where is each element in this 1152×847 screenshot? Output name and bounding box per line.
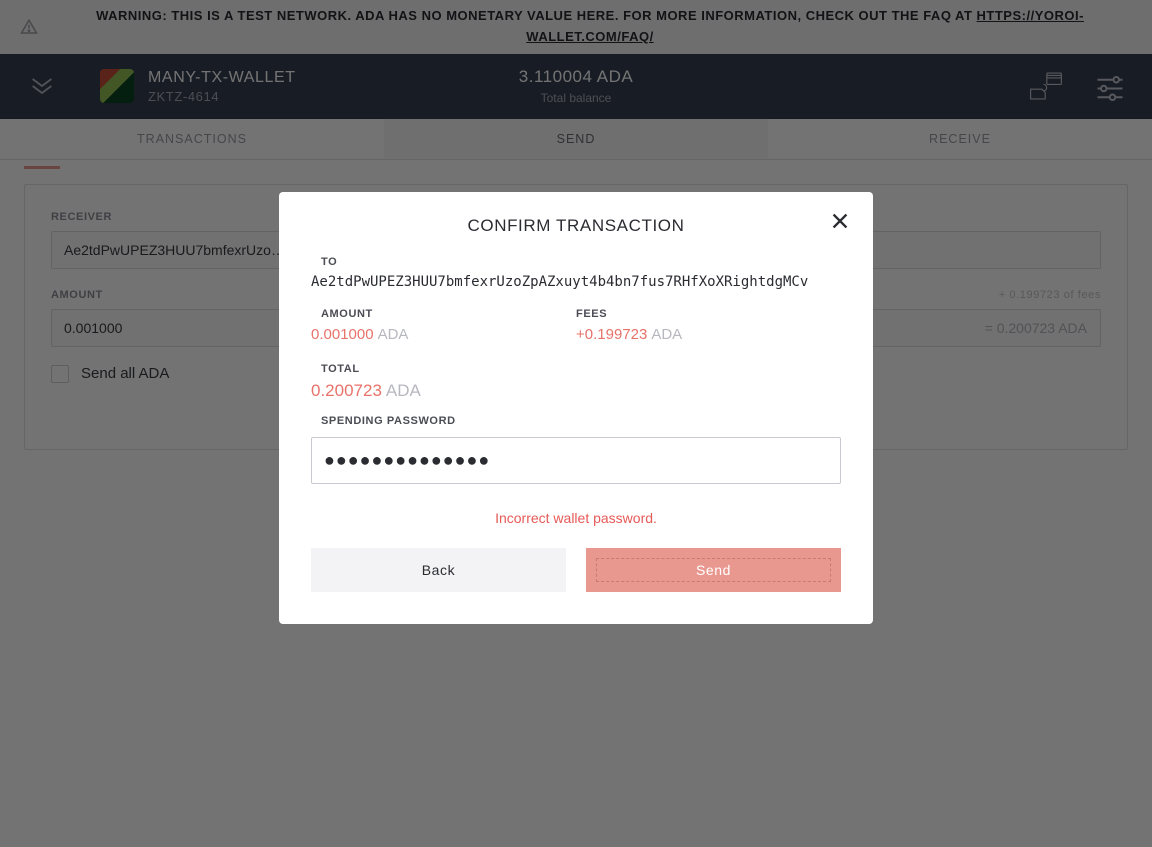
modal-amount-value: 0.001000ADA [311, 326, 576, 343]
back-button[interactable]: Back [311, 548, 566, 592]
modal-fees-label: FEES [576, 308, 841, 320]
close-icon[interactable] [829, 210, 851, 232]
confirm-transaction-modal: CONFIRM TRANSACTION TO Ae2tdPwUPEZ3HUU7b… [279, 192, 873, 624]
send-button[interactable]: Send [586, 548, 841, 592]
spending-password-label: SPENDING PASSWORD [321, 415, 841, 427]
modal-overlay[interactable]: CONFIRM TRANSACTION TO Ae2tdPwUPEZ3HUU7b… [0, 0, 1152, 847]
to-label: TO [321, 256, 841, 268]
spending-password-input[interactable] [311, 437, 841, 484]
send-button-label: Send [696, 562, 731, 578]
password-error-message: Incorrect wallet password. [311, 510, 841, 526]
modal-title: CONFIRM TRANSACTION [311, 216, 841, 236]
modal-fees-value: +0.199723ADA [576, 326, 841, 343]
modal-total-value: 0.200723ADA [311, 381, 841, 401]
modal-total-label: TOTAL [321, 363, 841, 375]
modal-amount-label: AMOUNT [321, 308, 576, 320]
to-address: Ae2tdPwUPEZ3HUU7bmfexrUzoZpAZxuyt4b4bn7f… [311, 274, 841, 290]
